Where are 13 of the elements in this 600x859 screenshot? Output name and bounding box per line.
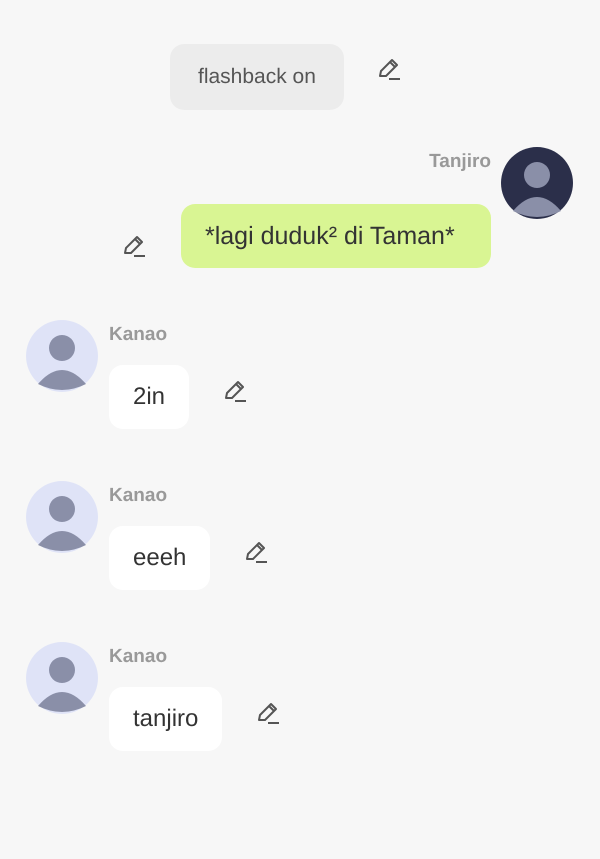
message-bubble: 2in [109,365,190,429]
message-bubble: tanjiro [109,687,222,751]
sender-name: Tanjiro [429,150,491,174]
sender-name: Kanao [109,484,168,508]
edit-icon[interactable] [121,233,147,259]
edit-icon[interactable] [255,700,282,726]
system-message: flashback on [170,44,344,110]
sender-name: Kanao [109,323,168,347]
edit-icon[interactable] [222,378,248,404]
message-bubble: eeeh [109,526,210,590]
message-bubble: *lagi duduk² di Taman* [181,204,491,268]
sender-name: Kanao [109,645,168,669]
edit-icon[interactable] [243,539,270,565]
